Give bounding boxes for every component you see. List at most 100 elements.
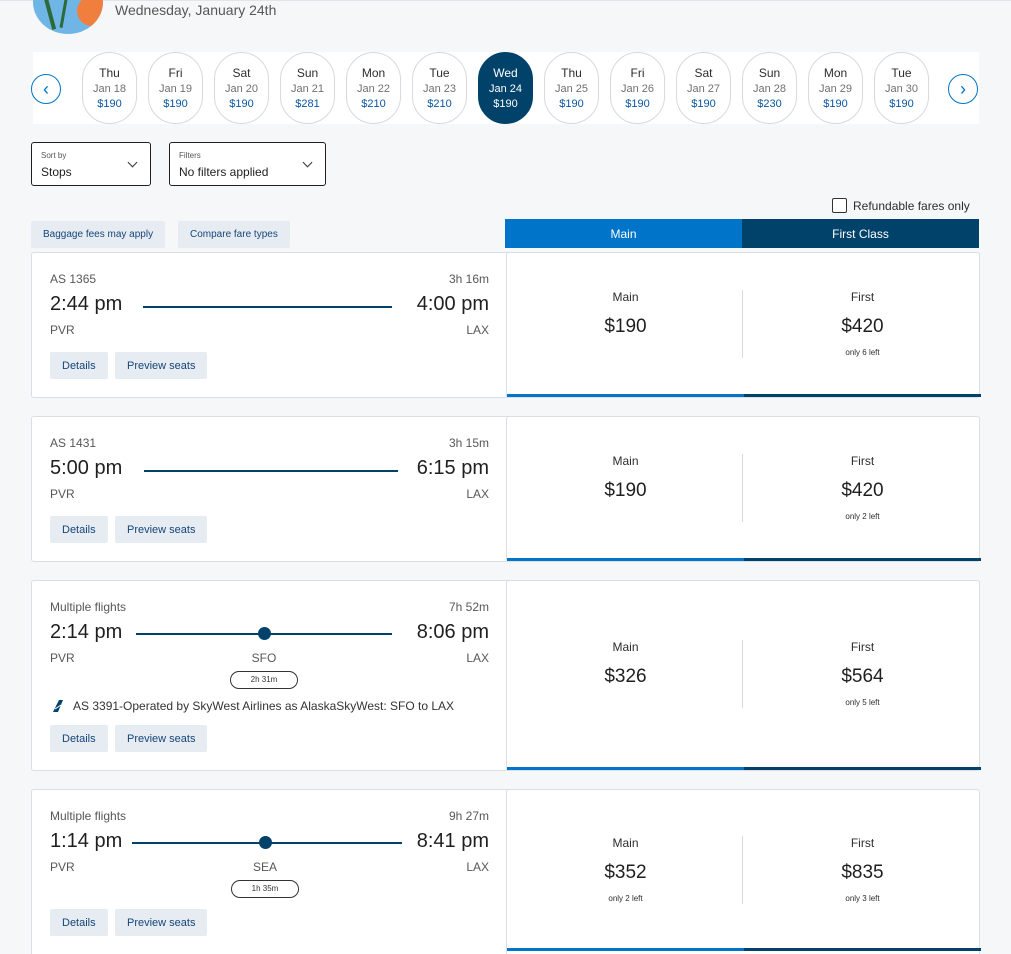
origin-airport: PVR — [50, 860, 75, 874]
cabin-label: First — [850, 836, 875, 850]
date-option[interactable]: Sun Jan 28 $230 — [742, 52, 797, 124]
day-price: $190 — [559, 98, 584, 110]
refundable-fares-toggle[interactable]: Refundable fares only — [832, 198, 970, 213]
chevron-right-icon: › — [960, 79, 966, 99]
seats-left: only 2 left — [845, 512, 880, 521]
route-line — [144, 470, 398, 472]
day-of-week: Sat — [232, 66, 251, 80]
departure-time: 2:14 pm — [50, 621, 123, 643]
date-option[interactable]: Sat Jan 20 $190 — [214, 52, 269, 124]
flight-number: AS 1365 — [50, 272, 97, 286]
day-of-week: Mon — [823, 66, 848, 80]
fare-divider — [742, 454, 743, 522]
date-option[interactable]: Tue Jan 23 $210 — [412, 52, 467, 124]
date-option[interactable]: Thu Jan 25 $190 — [544, 52, 599, 124]
layover-badge: 1h 35m — [231, 880, 299, 898]
date-option[interactable]: Thu Jan 18 $190 — [82, 52, 137, 124]
flight-number: AS 1431 — [50, 436, 97, 450]
first-fare-option[interactable]: First $564 only 5 left — [744, 640, 981, 707]
chevron-left-icon: ‹ — [43, 79, 49, 99]
cabin-label: Main — [612, 454, 639, 468]
date-option[interactable]: Mon Jan 22 $210 — [346, 52, 401, 124]
main-fare-option[interactable]: Main $190 — [507, 290, 744, 348]
day-date: Jan 26 — [620, 83, 655, 95]
filters-dropdown[interactable]: Filters No filters applied — [169, 142, 326, 186]
date-option[interactable]: Fri Jan 26 $190 — [610, 52, 665, 124]
day-price: $190 — [493, 98, 518, 110]
chevron-down-icon — [302, 157, 313, 168]
next-dates-button[interactable]: › — [948, 74, 978, 104]
compare-fare-types-button[interactable]: Compare fare types — [178, 221, 290, 248]
fare-price: $190 — [604, 316, 647, 337]
fare-price: $420 — [841, 316, 884, 337]
fare-price: $326 — [604, 666, 647, 687]
first-accent-bar — [744, 767, 981, 770]
sort-by-dropdown[interactable]: Sort by Stops — [31, 142, 151, 186]
day-of-week: Wed — [493, 66, 518, 80]
first-fare-option[interactable]: First $835 only 3 left — [744, 836, 981, 903]
day-price: $210 — [427, 98, 452, 110]
checkbox[interactable] — [832, 198, 847, 213]
flight-info: Multiple flights 9h 27m 1:14 pm 8:41 pm … — [32, 790, 506, 954]
tab-first-class[interactable]: First Class — [742, 219, 979, 248]
date-option[interactable]: Sun Jan 21 $281 — [280, 52, 335, 124]
date-option[interactable]: Fri Jan 19 $190 — [148, 52, 203, 124]
first-fare-option[interactable]: First $420 only 2 left — [744, 454, 981, 521]
date-option[interactable]: Sat Jan 27 $190 — [676, 52, 731, 124]
flight-number: Multiple flights — [50, 600, 127, 614]
preview-seats-button[interactable]: Preview seats — [115, 352, 208, 379]
fare-panel: Main $326 First $564 only 5 left — [506, 580, 981, 771]
fare-divider — [742, 640, 743, 708]
details-button[interactable]: Details — [50, 516, 108, 543]
fare-price: $835 — [841, 862, 884, 883]
date-option[interactable]: Mon Jan 29 $190 — [808, 52, 863, 124]
main-fare-option[interactable]: Main $326 — [507, 640, 744, 698]
day-date: Jan 22 — [356, 83, 391, 95]
main-fare-option[interactable]: Main $352 only 2 left — [507, 836, 744, 903]
flight-card: Multiple flights 7h 52m 2:14 pm 8:06 pm … — [31, 580, 981, 771]
stop-marker — [259, 836, 272, 849]
tab-main[interactable]: Main — [505, 219, 742, 248]
main-fare-option[interactable]: Main $190 — [507, 454, 744, 512]
previous-dates-button[interactable]: ‹ — [31, 74, 61, 104]
flight-card: AS 1365 3h 16m 2:44 pm 4:00 pm PVR LAX D… — [31, 252, 981, 398]
preview-seats-button[interactable]: Preview seats — [115, 909, 208, 936]
flight-duration: 3h 15m — [448, 436, 489, 450]
cabin-label: Main — [612, 290, 639, 304]
connection-airport: SEA — [252, 860, 277, 874]
refundable-fares-label: Refundable fares only — [853, 198, 970, 213]
seats-left: only 6 left — [845, 348, 880, 357]
flight-info: AS 1365 3h 16m 2:44 pm 4:00 pm PVR LAX D… — [32, 253, 506, 397]
details-button[interactable]: Details — [50, 725, 108, 752]
details-button[interactable]: Details — [50, 909, 108, 936]
fare-price: $352 — [604, 862, 647, 883]
layover-badge: 2h 31m — [230, 671, 298, 689]
first-fare-option[interactable]: First $420 only 6 left — [744, 290, 981, 357]
connection-airport: SFO — [251, 651, 277, 665]
flight-number: Multiple flights — [50, 809, 127, 823]
flight-duration: 9h 27m — [448, 809, 489, 823]
day-of-week: Thu — [561, 66, 582, 80]
chevron-down-icon — [127, 157, 138, 168]
seats-left: only 3 left — [845, 894, 880, 903]
details-button[interactable]: Details — [50, 352, 108, 379]
day-price: $230 — [757, 98, 782, 110]
date-option-selected[interactable]: Wed Jan 24 $190 — [478, 52, 533, 124]
date-option[interactable]: Tue Jan 30 $190 — [874, 52, 929, 124]
destination-image — [33, 0, 103, 34]
cabin-label: First — [850, 290, 875, 304]
baggage-fees-button[interactable]: Baggage fees may apply — [31, 221, 166, 248]
preview-seats-button[interactable]: Preview seats — [115, 725, 208, 752]
flight-duration: 3h 16m — [448, 272, 489, 286]
filters-label: Filters — [179, 151, 201, 160]
main-accent-bar — [507, 948, 744, 951]
arrival-time: 4:00 pm — [416, 293, 489, 315]
day-of-week: Sun — [296, 66, 319, 80]
preview-seats-button[interactable]: Preview seats — [115, 516, 208, 543]
arrival-time: 6:15 pm — [416, 457, 489, 479]
day-date: Jan 19 — [158, 83, 193, 95]
flight-info: AS 1431 3h 15m 5:00 pm 6:15 pm PVR LAX D… — [32, 417, 506, 561]
flight-card: AS 1431 3h 15m 5:00 pm 6:15 pm PVR LAX D… — [31, 416, 981, 562]
first-accent-bar — [744, 948, 981, 951]
day-price: $190 — [691, 98, 716, 110]
